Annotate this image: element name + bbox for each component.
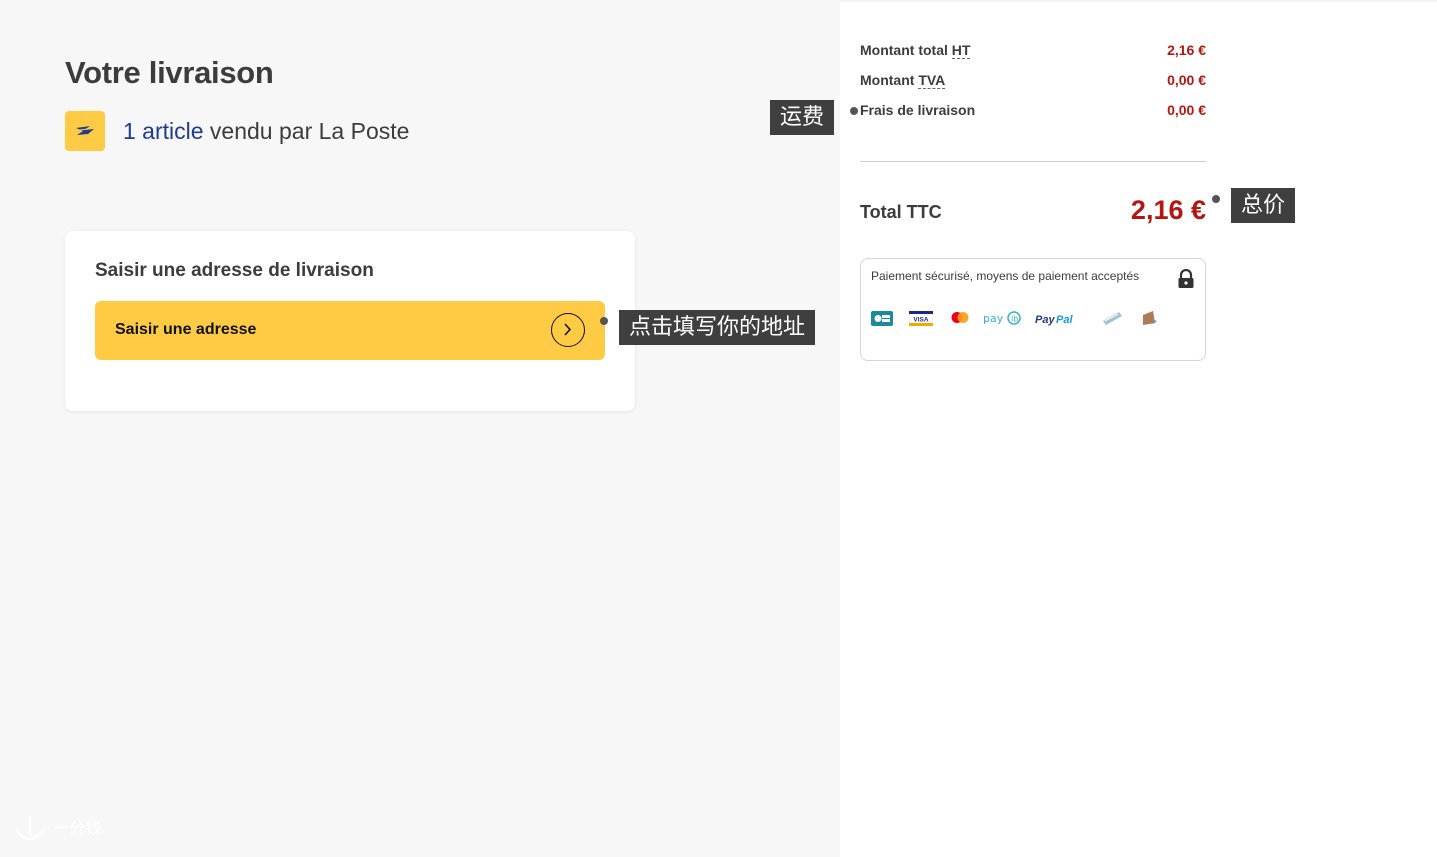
svg-text:pay: pay — [983, 312, 1004, 325]
chevron-right-icon — [551, 313, 585, 347]
seller-name-text: vendu par La Poste — [203, 117, 410, 144]
abbr-ht[interactable]: HT — [951, 42, 971, 59]
visa-icon: VISA — [909, 309, 933, 327]
bank-transfer-icon — [1139, 309, 1159, 327]
address-annotation-dot — [600, 317, 608, 325]
summary-label: Frais de livraison — [860, 102, 976, 118]
summary-label: Montant total HT — [860, 42, 971, 59]
summary-label-prefix: Montant total — [860, 42, 952, 58]
svg-text:Pal: Pal — [1056, 314, 1073, 326]
watermark-logo: 一分钱 — [12, 814, 101, 844]
total-label: Total TTC — [860, 202, 942, 222]
page-title: Votre livraison — [65, 55, 274, 90]
la-poste-logo-icon — [65, 111, 105, 151]
cheque-icon — [1101, 309, 1123, 327]
mastercard-icon — [949, 309, 971, 327]
watermark-text: 一分钱 — [53, 818, 102, 838]
summary-label: Montant TVA — [860, 72, 946, 89]
address-card-title: Saisir une adresse de livraison — [95, 260, 374, 281]
shipping-annotation: 运费 — [770, 100, 835, 135]
summary-divider — [860, 161, 1206, 162]
summary-label-prefix: Montant — [860, 72, 919, 88]
cb-card-icon — [871, 309, 893, 327]
enter-address-label: Saisir une adresse — [115, 321, 257, 338]
total-annotation: 总价 — [1231, 188, 1296, 223]
svg-text:VISA: VISA — [913, 316, 928, 323]
summary-row-shipping: Frais de livraison 0,00 € — [860, 102, 1206, 122]
total-annotation-dot — [1212, 195, 1220, 203]
order-summary-panel: Montant total HT 2,16 € Montant TVA 0,00… — [840, 0, 1437, 857]
summary-row-ht: Montant total HT 2,16 € — [860, 42, 1206, 62]
summary-value: 0,00 € — [1167, 102, 1206, 118]
summary-row-tva: Montant TVA 0,00 € — [860, 72, 1206, 92]
paylib-icon: pay lb — [983, 309, 1023, 327]
abbr-tva[interactable]: TVA — [918, 72, 946, 89]
summary-value: 2,16 € — [1167, 42, 1206, 58]
svg-text:lb: lb — [1011, 314, 1018, 323]
address-annotation: 点击填写你的地址 — [619, 310, 816, 345]
delivery-panel: Votre livraison 1 article vendu par La P… — [0, 0, 840, 857]
svg-text:Pay: Pay — [1035, 314, 1055, 326]
seller-text: 1 article vendu par La Poste — [123, 118, 409, 145]
article-count-link[interactable]: 1 article — [123, 118, 204, 144]
payment-text: Paiement sécurisé, moyens de paiement ac… — [871, 269, 1140, 283]
seller-info: 1 article vendu par La Poste — [65, 111, 409, 151]
total-value: 2,16 € — [1130, 195, 1206, 225]
payment-info-box: Paiement sécurisé, moyens de paiement ac… — [860, 258, 1206, 361]
enter-address-button[interactable]: Saisir une adresse — [95, 301, 605, 360]
lock-icon — [1177, 268, 1195, 294]
paypal-icon: Pay Pal — [1035, 309, 1079, 327]
shipping-annotation-dot — [850, 107, 858, 115]
summary-value: 0,00 € — [1167, 72, 1206, 88]
address-card: Saisir une adresse de livraison Saisir u… — [65, 231, 635, 411]
